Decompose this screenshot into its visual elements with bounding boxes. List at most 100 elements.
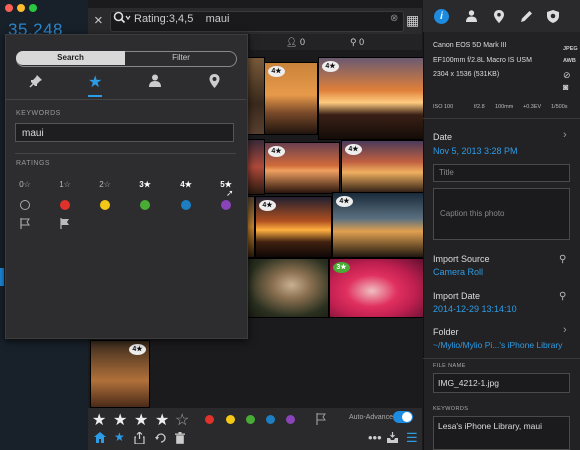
color-red-option[interactable] xyxy=(60,200,70,210)
divider xyxy=(423,118,580,119)
face-place-count-row xyxy=(250,34,422,50)
color-green-option[interactable] xyxy=(140,200,150,210)
photo-thumbnail[interactable]: 4★ xyxy=(332,192,424,258)
rotate-icon[interactable] xyxy=(155,432,167,447)
jpeg-badge: JPEG xyxy=(563,46,578,52)
grid-view-icon[interactable]: ▦ xyxy=(406,12,419,29)
location-icon[interactable] xyxy=(494,10,504,26)
divider xyxy=(15,153,236,154)
photo-thumbnail[interactable]: 4★ xyxy=(255,196,332,258)
rating-badge: 4★ xyxy=(268,66,285,77)
star-3-button[interactable]: ★ xyxy=(134,410,148,430)
photo-thumbnail[interactable]: 4★ xyxy=(90,340,150,408)
photo-thumbnail[interactable]: 4★ xyxy=(341,140,424,194)
rating-1-option[interactable]: 1☆ xyxy=(53,180,77,189)
edit-icon[interactable] xyxy=(521,10,533,25)
star-1-button[interactable]: ★ xyxy=(92,410,106,430)
star-2-button[interactable]: ★ xyxy=(113,410,127,430)
person-icon[interactable] xyxy=(466,10,477,25)
person-icon[interactable] xyxy=(149,74,161,90)
search-icon[interactable]: ⚲ xyxy=(559,254,566,265)
rating-3-option[interactable]: 3★ xyxy=(133,180,157,189)
import-date-value[interactable]: 2014-12-29 13:14:10 xyxy=(433,304,517,314)
tab-search[interactable]: Search xyxy=(16,51,125,65)
title-field[interactable]: Title xyxy=(433,164,570,182)
flagged-flag-icon[interactable] xyxy=(60,218,70,232)
photo-thumbnail[interactable]: 3★ xyxy=(329,258,424,318)
color-yellow-option[interactable] xyxy=(100,200,110,210)
color-green-button[interactable] xyxy=(246,415,255,424)
more-icon[interactable]: ••• xyxy=(368,430,382,445)
flag-icon[interactable] xyxy=(316,412,326,430)
list-icon[interactable]: ☰ xyxy=(406,430,418,446)
divider xyxy=(423,358,580,359)
tab-filter[interactable]: Filter xyxy=(126,51,236,65)
color-purple-button[interactable] xyxy=(286,415,295,424)
image-dimensions: 2304 x 1536 (531KB) xyxy=(433,71,500,78)
photo-thumbnail[interactable]: 4★ xyxy=(318,57,424,140)
color-red-button[interactable] xyxy=(205,415,214,424)
zoom-window-button[interactable] xyxy=(29,4,37,12)
rating-badge: 3★ xyxy=(333,262,350,273)
color-blue-option[interactable] xyxy=(181,200,191,210)
awb-badge: AWB xyxy=(563,58,576,64)
places-count-value: 0 xyxy=(359,37,365,47)
trash-icon[interactable] xyxy=(175,432,185,447)
places-count: ⚲ 0 xyxy=(350,37,364,48)
import-date-label: Import Date xyxy=(433,291,481,301)
rating-badge: 4★ xyxy=(345,144,362,155)
exposure-compensation: +0.3EV xyxy=(523,104,542,110)
photo-thumbnail[interactable]: 4★ xyxy=(264,142,340,194)
query-label: Rating:3,4,5 xyxy=(134,13,194,25)
chevron-right-icon[interactable]: › xyxy=(563,324,567,336)
import-source-value[interactable]: Camera Roll xyxy=(433,267,483,277)
star-5-button[interactable]: ☆ xyxy=(175,410,189,430)
rating-2-option[interactable]: 2☆ xyxy=(93,180,117,189)
toggle-knob xyxy=(402,412,412,422)
search-icon[interactable] xyxy=(113,11,131,28)
star-icon[interactable]: ★ xyxy=(88,72,102,92)
shield-icon[interactable] xyxy=(547,10,559,26)
photo-thumbnail[interactable] xyxy=(246,258,329,318)
people-count-value: 0 xyxy=(299,37,305,47)
clear-search-icon[interactable]: ⊗ xyxy=(390,13,398,24)
rating-4-option[interactable]: 4★ xyxy=(174,180,198,189)
camera-model: Canon EOS 5D Mark III xyxy=(433,42,507,49)
ratings-label: RATINGS xyxy=(16,160,51,167)
color-none-option[interactable] xyxy=(20,200,30,210)
caption-field[interactable]: Caption this photo xyxy=(433,188,570,240)
pin-icon[interactable] xyxy=(29,74,43,91)
location-icon[interactable] xyxy=(209,74,220,91)
date-value[interactable]: Nov 5, 2013 3:28 PM xyxy=(433,146,518,156)
color-purple-option[interactable] xyxy=(221,200,231,210)
rating-badge: 4★ xyxy=(129,344,146,355)
search-query: Rating:3,4,5 maui xyxy=(134,13,229,25)
close-window-button[interactable] xyxy=(5,4,13,12)
star-filter-icon[interactable]: ★ xyxy=(114,430,125,444)
info-icon[interactable]: i xyxy=(434,9,449,24)
exposure-focal-length: 100mm xyxy=(495,104,514,110)
search-icon[interactable]: ⚲ xyxy=(559,291,566,302)
folder-value[interactable]: ~/Mylio/Mylio Pi...'s iPhone Library xyxy=(433,340,562,350)
tray-icon[interactable] xyxy=(387,432,398,446)
exposure-shutter: 1/500s xyxy=(551,104,568,110)
color-blue-button[interactable] xyxy=(266,415,275,424)
filename-field[interactable]: IMG_4212-1.jpg xyxy=(433,373,570,393)
keywords-input[interactable]: maui xyxy=(15,123,234,142)
rating-0-option[interactable]: 0☆ xyxy=(13,180,37,189)
share-icon[interactable] xyxy=(134,431,145,447)
home-icon[interactable] xyxy=(94,432,106,446)
selection-indicator xyxy=(0,268,4,286)
photo-thumbnail[interactable]: 4★ xyxy=(264,62,318,135)
close-icon[interactable]: × xyxy=(94,12,103,29)
color-yellow-button[interactable] xyxy=(226,415,235,424)
star-4-button[interactable]: ★ xyxy=(155,410,169,430)
filename-label: FILE NAME xyxy=(433,363,466,369)
rating-badge: 4★ xyxy=(268,146,285,157)
unflagged-flag-icon[interactable] xyxy=(20,218,30,232)
cursor-pointer-icon: ➚ xyxy=(226,188,234,198)
active-tab-indicator xyxy=(88,95,102,97)
keywords-field[interactable]: Lesa's iPhone Library, maui xyxy=(433,416,570,450)
minimize-window-button[interactable] xyxy=(17,4,25,12)
chevron-right-icon[interactable]: › xyxy=(563,129,567,141)
